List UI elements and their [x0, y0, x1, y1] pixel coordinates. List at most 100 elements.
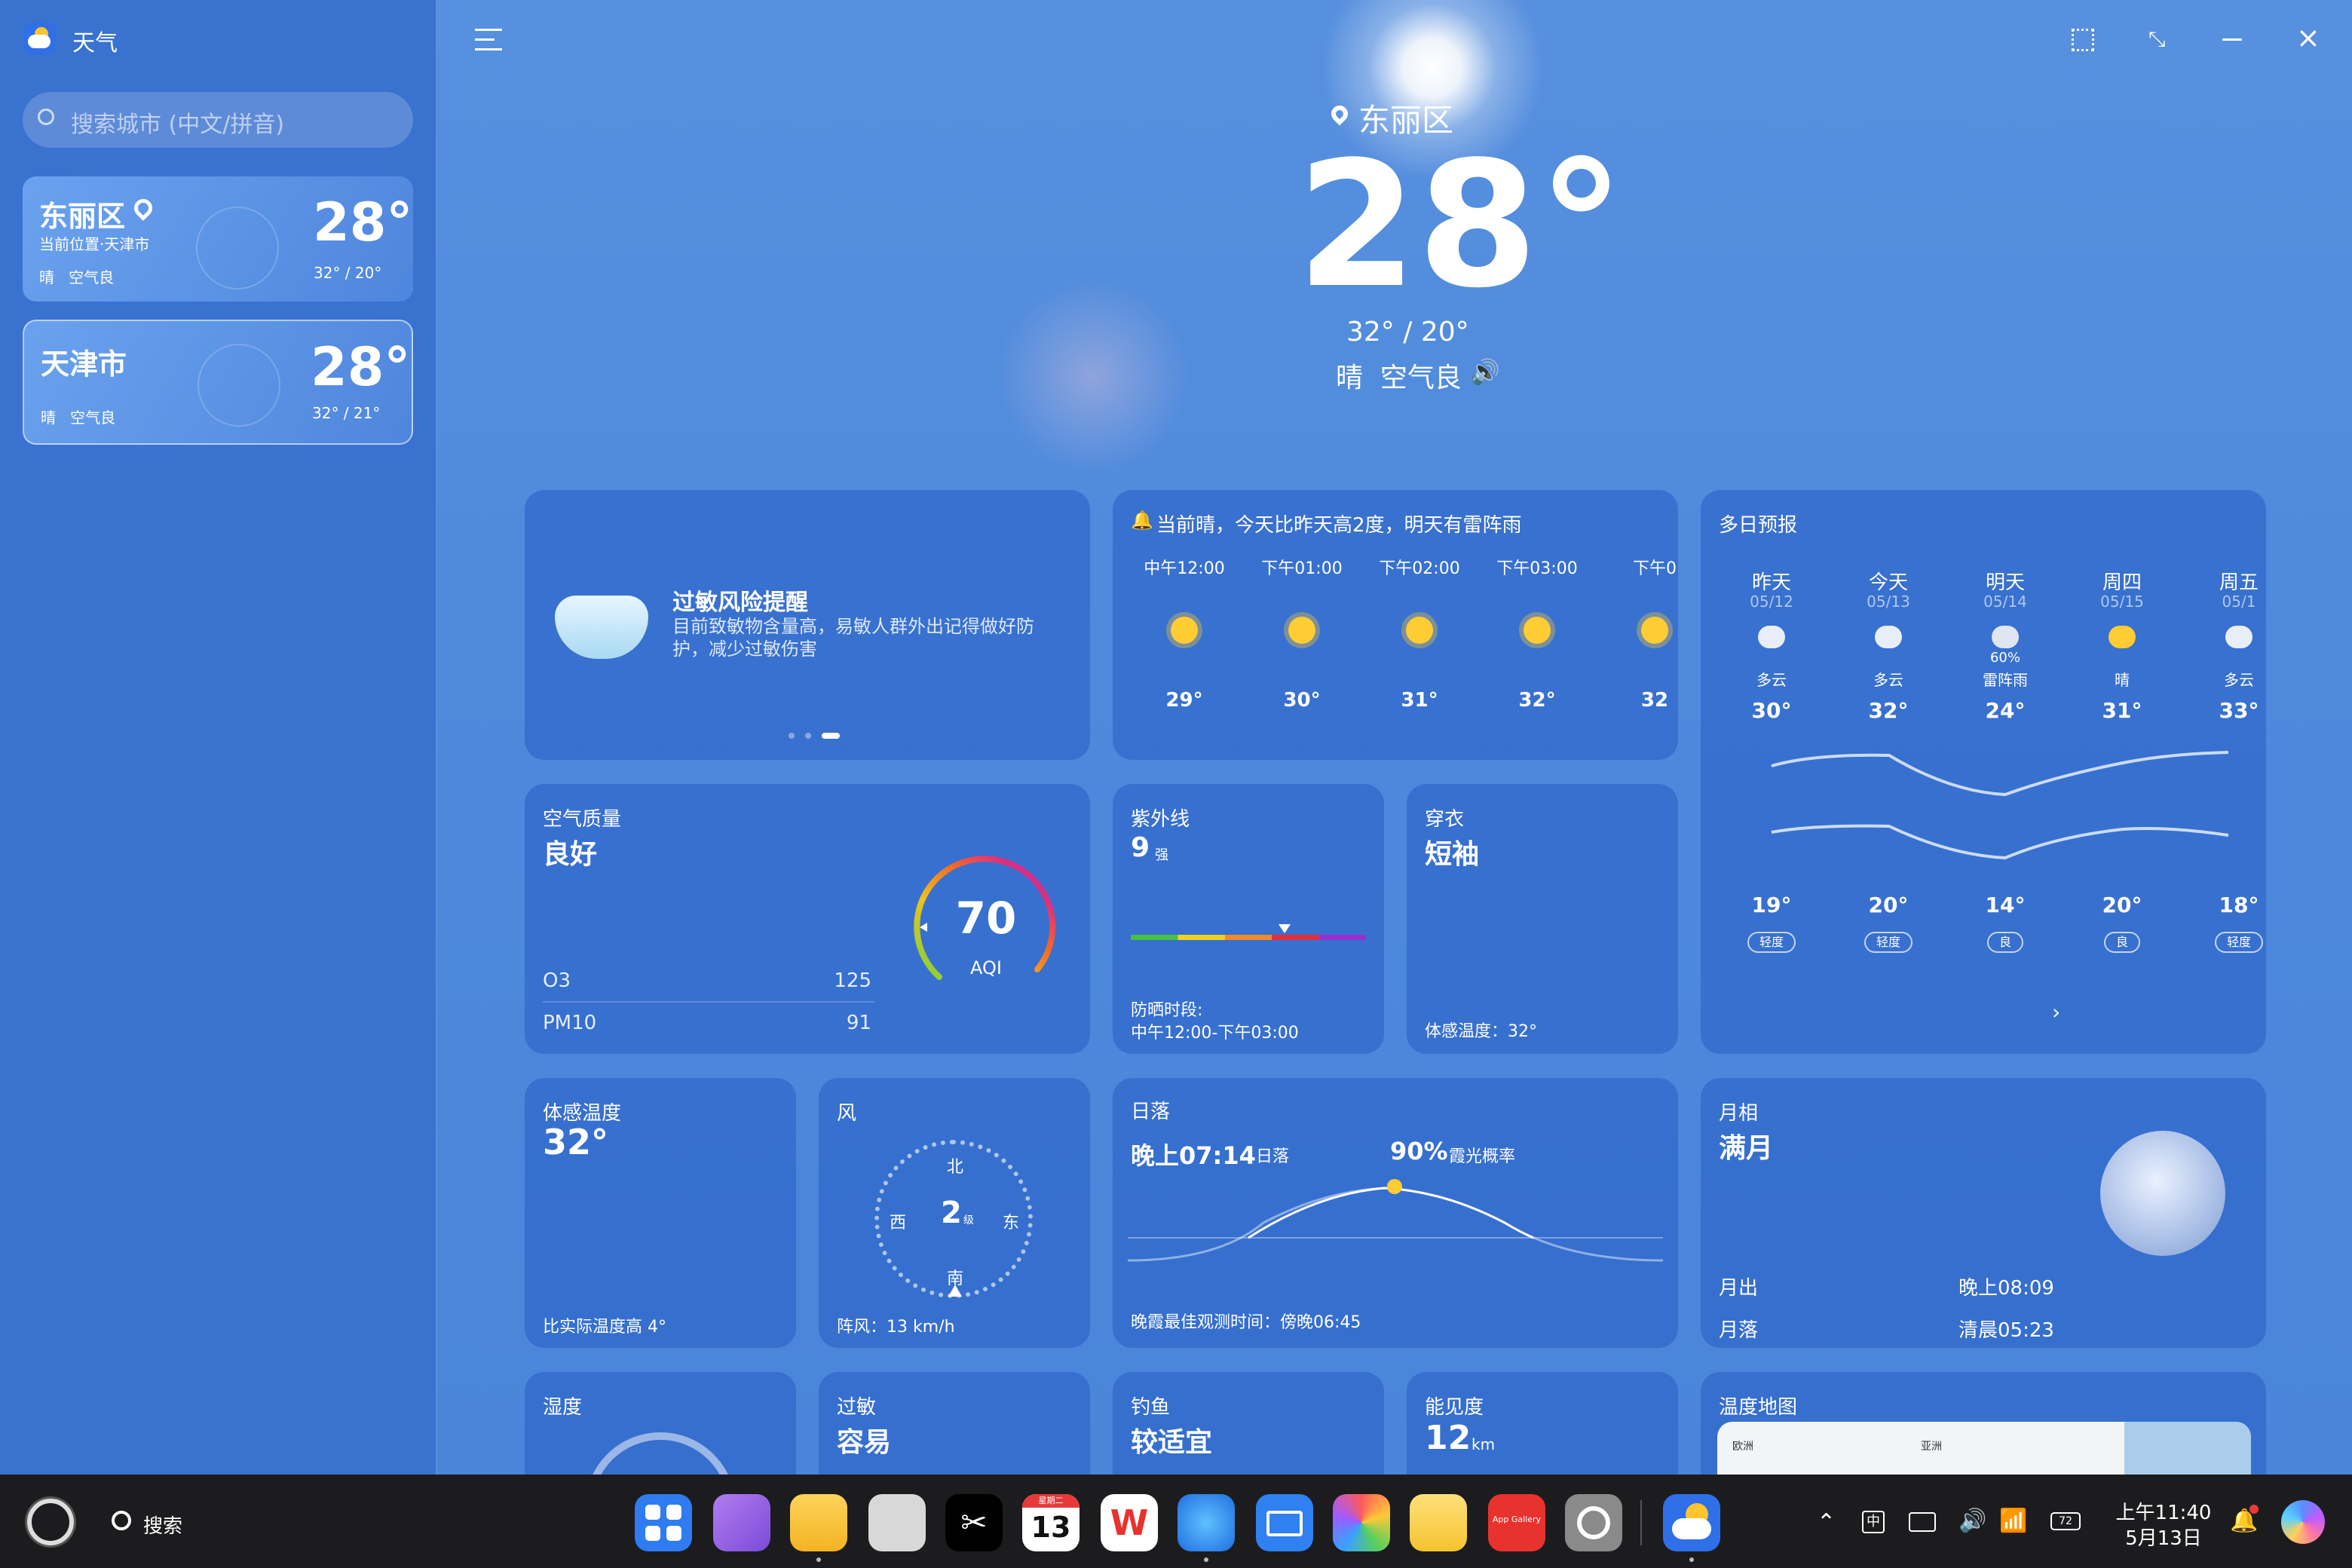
moon-label: 月相	[1719, 1102, 1759, 1125]
assistant-orb-icon[interactable]	[2281, 1500, 2325, 1544]
multitask-icon[interactable]	[713, 1494, 770, 1551]
city-name: 天津市	[41, 348, 127, 381]
sunny-icon	[1288, 617, 1315, 644]
sun-path-curve	[1128, 1179, 1663, 1262]
taskbar-search-label[interactable]: 搜索	[143, 1511, 182, 1539]
humidity-label: 湿度	[543, 1396, 583, 1419]
low-temp-curve	[1771, 824, 2229, 860]
clock-date[interactable]: 5月13日	[2111, 1523, 2216, 1551]
sunny-icon	[1406, 617, 1433, 644]
allergy-index-value: 容易	[837, 1427, 892, 1458]
compass-east: 东	[1002, 1214, 1019, 1233]
trash-icon[interactable]	[868, 1494, 926, 1551]
city-card-dongli[interactable]: 东丽区 当前位置·天津市 晴 空气良 28° 32° / 20°	[23, 176, 413, 302]
menu-icon[interactable]	[475, 29, 502, 51]
fishing-value: 较适宜	[1131, 1427, 1213, 1458]
visibility-label: 能见度	[1425, 1396, 1484, 1419]
volume-icon[interactable]: 🔊	[1958, 1508, 1986, 1534]
calendar-day: 13	[1031, 1511, 1071, 1544]
chevron-up-icon[interactable]: ⌃	[1817, 1509, 1836, 1536]
wind-compass: 北 南 西 东 2 级	[874, 1140, 1033, 1298]
aqi-value: 70	[956, 893, 1017, 944]
keyboard-icon[interactable]	[1909, 1512, 1936, 1532]
uv-scale-bar	[1131, 935, 1366, 940]
allergy-desc: 目前致敏物含量高，易敏人群外出记得做好防护，减少过敏伤害	[672, 616, 1034, 660]
clock-time[interactable]: 上午11:40	[2111, 1497, 2216, 1525]
air-quality-card[interactable]: 空气质量 良好 O3 125 PM10 91 70 AQI	[525, 784, 1090, 1054]
weather-app-icon[interactable]	[1663, 1494, 1720, 1551]
moonrise-time: 晚上08:09	[1958, 1277, 2054, 1300]
ime-indicator[interactable]: 中	[1862, 1511, 1885, 1533]
browser-icon[interactable]	[1178, 1494, 1235, 1551]
pollutant-name: O3	[543, 969, 571, 992]
forecast-more-icon[interactable]: ›	[2052, 1000, 2060, 1024]
app-launcher-icon[interactable]	[635, 1494, 692, 1551]
wifi-icon[interactable]: 📶	[1999, 1508, 2027, 1534]
uv-marker-icon	[1279, 924, 1291, 933]
city-name: 东丽区	[39, 200, 126, 233]
allergy-title: 过敏风险提醒	[672, 590, 808, 616]
sunny-icon	[1641, 617, 1668, 644]
appgallery-icon[interactable]: App Gallery	[1488, 1494, 1545, 1551]
hour-temp: 29°	[1165, 689, 1203, 712]
air-quality-label: 空气质量	[543, 808, 622, 831]
calendar-week: 星期二	[1022, 1494, 1080, 1508]
city-temp: 28°	[313, 191, 413, 253]
mask-icon	[555, 596, 648, 659]
air-quality-status: 良好	[543, 839, 598, 870]
wind-direction-arrow-icon	[948, 1285, 962, 1297]
app-logo-icon	[24, 23, 56, 54]
wps-office-icon[interactable]: W	[1101, 1494, 1158, 1551]
sunset-card[interactable]: 日落 晚上07:14 日落 90% 霞光概率 晚霞最佳观测时间：傍晚06:45	[1113, 1078, 1678, 1348]
start-button[interactable]	[27, 1499, 74, 1545]
sunset-prob-tag: 霞光概率	[1449, 1147, 1516, 1166]
search-icon[interactable]	[112, 1511, 131, 1530]
hourly-forecast-card[interactable]: 🔔 当前晴，今天比昨天高2度，明天有雷阵雨 中午12:00 29° 下午01:00 3…	[1113, 490, 1678, 760]
pollutant-name: PM10	[543, 1012, 597, 1034]
moon-phase-card[interactable]: 月相 满月 月出 晚上08:09 月落 清晨05:23	[1701, 1078, 2266, 1348]
pager-dots[interactable]	[789, 733, 849, 740]
battery-icon[interactable]: 72	[2050, 1512, 2081, 1530]
settings-icon[interactable]	[1565, 1494, 1622, 1551]
feels-like-card[interactable]: 体感温度 32° 比实际温度高 4°	[525, 1078, 796, 1348]
location-pin-icon	[130, 195, 156, 221]
sunny-icon	[1171, 617, 1198, 644]
allergy-reminder-card[interactable]: 过敏风险提醒 目前致敏物含量高，易敏人群外出记得做好防护，减少过敏伤害	[525, 490, 1090, 760]
calendar-icon[interactable]: 星期二 13	[1022, 1494, 1080, 1551]
uv-level: 强	[1155, 847, 1168, 863]
moonset-label: 月落	[1719, 1319, 1759, 1342]
sunny-icon	[1524, 617, 1551, 644]
speaker-icon[interactable]: 🔊	[1470, 357, 1500, 386]
pollutant-value: 91	[846, 1012, 871, 1034]
hour-temp: 32°	[1518, 689, 1556, 712]
temperature-map-label: 温度地图	[1719, 1396, 1798, 1419]
wind-label: 风	[837, 1102, 857, 1125]
uv-card[interactable]: 紫外线 9 强 防晒时段: 中午12:00-下午03:00	[1113, 784, 1384, 1054]
close-icon[interactable]: ×	[2296, 23, 2320, 53]
moonset-time: 清晨05:23	[1958, 1319, 2054, 1342]
multi-day-forecast-card[interactable]: 多日预报 昨天 05/12 多云 30° 19° 轻度 今天 05/13 多云 32° 20° 轻度明…	[1701, 490, 2266, 1054]
city-cond: 晴 空气良	[41, 409, 116, 427]
hero-range: 32° / 20°	[1346, 317, 1469, 348]
hourly-summary: 当前晴，今天比昨天高2度，明天有雷阵雨	[1156, 514, 1522, 537]
wind-unit: 级	[963, 1214, 974, 1227]
city-card-tianjin[interactable]: 天津市 晴 空气良 28° 32° / 21°	[23, 320, 413, 445]
minimize-icon[interactable]	[2222, 38, 2242, 41]
notes-icon[interactable]	[1410, 1494, 1467, 1551]
moon-phase: 满月	[1719, 1133, 1774, 1164]
visibility-value: 12	[1425, 1419, 1472, 1457]
fullscreen-icon[interactable]	[2072, 29, 2094, 51]
gallery-icon[interactable]	[1333, 1494, 1390, 1551]
clothing-card[interactable]: 穿衣 短袖 体感温度：32°	[1407, 784, 1678, 1054]
hour-time: 下午0	[1633, 559, 1677, 578]
main-area: ⤡ × 东丽区 28° 32° / 20° 晴 空气良 🔊 过敏风险提醒 目前致…	[437, 0, 2352, 1523]
restore-icon[interactable]: ⤡	[2148, 29, 2170, 50]
wind-card[interactable]: 风 北 南 西 东 2 级 阵风：13 km/h	[819, 1078, 1090, 1348]
map-tag: 欧洲	[1732, 1441, 1753, 1453]
capcut-icon[interactable]: ✂	[945, 1494, 1003, 1551]
city-search-input[interactable]: 搜索城市 (中文/拼音)	[23, 92, 413, 148]
search-icon	[38, 109, 54, 125]
files-icon[interactable]	[790, 1494, 847, 1551]
high-temp-curve	[1771, 751, 2229, 797]
mail-icon[interactable]	[1256, 1494, 1313, 1551]
